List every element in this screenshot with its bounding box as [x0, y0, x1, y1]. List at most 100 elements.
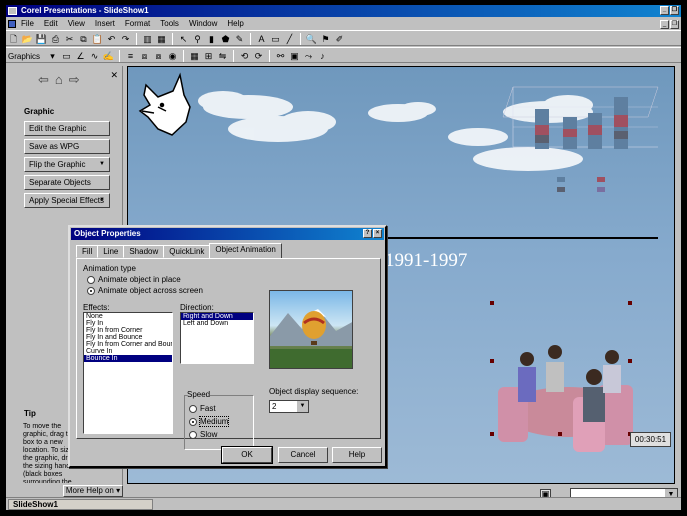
- pen-icon[interactable]: ✐: [334, 34, 345, 45]
- edit-graphic-button[interactable]: Edit the Graphic: [24, 121, 110, 136]
- table-icon[interactable]: ▦: [156, 34, 167, 45]
- rectangle-tool-icon[interactable]: ▭: [61, 51, 72, 62]
- menu-tools[interactable]: Tools: [159, 19, 180, 28]
- rectangle-icon[interactable]: ▭: [270, 34, 281, 45]
- animate-across-screen-radio[interactable]: Animate object across screen: [87, 286, 203, 295]
- save-icon[interactable]: 💾: [36, 34, 47, 45]
- tab-shadow[interactable]: Shadow: [123, 245, 165, 258]
- brush-icon[interactable]: ✎: [234, 34, 245, 45]
- separate-objects-button[interactable]: Separate Objects: [24, 175, 110, 190]
- grid-icon[interactable]: ▦: [189, 51, 200, 62]
- menu-window[interactable]: Window: [188, 19, 218, 28]
- resize-handle[interactable]: [490, 359, 494, 363]
- flip-icon[interactable]: ⇋: [217, 51, 228, 62]
- cancel-button[interactable]: Cancel: [278, 447, 328, 463]
- help-button[interactable]: Help: [332, 447, 382, 463]
- animate-in-place-radio[interactable]: Animate object in place: [87, 275, 181, 284]
- save-as-wpg-button[interactable]: Save as WPG: [24, 139, 110, 154]
- group-icon[interactable]: ⧈: [139, 51, 150, 62]
- tab-line[interactable]: Line: [97, 245, 125, 258]
- restore-button[interactable]: ❐: [670, 6, 679, 15]
- app-icon[interactable]: [8, 7, 17, 15]
- print-icon[interactable]: ⎙: [50, 34, 61, 45]
- magnify-icon[interactable]: 🔍: [306, 34, 317, 45]
- tab-fill[interactable]: Fill: [76, 245, 99, 258]
- select-arrow-icon[interactable]: ↖: [178, 34, 189, 45]
- title-bar[interactable]: Corel Presentations - SlideShow1 _ ❐: [6, 5, 681, 17]
- list-item[interactable]: Fly In from Corner: [84, 327, 172, 334]
- slide-year-text[interactable]: 1991-1997: [385, 250, 467, 272]
- list-item[interactable]: Fly In from Corner and Boun: [84, 341, 172, 348]
- list-item[interactable]: None: [84, 313, 172, 320]
- resize-handle[interactable]: [628, 359, 632, 363]
- apply-special-effects-button[interactable]: Apply Special Effects ▼: [24, 193, 110, 208]
- tab-quicklink[interactable]: QuickLink: [163, 245, 211, 258]
- sound-icon[interactable]: ♪: [317, 51, 328, 62]
- list-item[interactable]: Fly In and Bounce: [84, 334, 172, 341]
- rotate-icon[interactable]: ⟲: [239, 51, 250, 62]
- freehand-icon[interactable]: ✍: [103, 51, 114, 62]
- list-item-selected[interactable]: Bounce In: [84, 355, 172, 362]
- flag-icon[interactable]: ⚑: [320, 34, 331, 45]
- menu-insert[interactable]: Insert: [94, 19, 116, 28]
- menu-view[interactable]: View: [67, 19, 86, 28]
- dropdown-arrow-icon[interactable]: ▾: [47, 51, 58, 62]
- list-item-selected[interactable]: Right and Down: [181, 313, 253, 320]
- document-tab[interactable]: SlideShow1: [8, 499, 153, 510]
- open-icon[interactable]: 📂: [22, 34, 33, 45]
- contour-icon[interactable]: ◉: [167, 51, 178, 62]
- redo-icon[interactable]: ↷: [120, 34, 131, 45]
- direction-list[interactable]: Right and Down Left and Down: [180, 312, 254, 364]
- tab-object-animation[interactable]: Object Animation: [209, 243, 282, 258]
- chart-icon[interactable]: ▥: [142, 34, 153, 45]
- menu-format[interactable]: Format: [124, 19, 151, 28]
- list-item[interactable]: Curve In: [84, 348, 172, 355]
- ok-button[interactable]: OK: [221, 446, 273, 464]
- dropdown-arrow-icon[interactable]: ▼: [297, 401, 308, 412]
- document-icon[interactable]: [8, 20, 16, 28]
- speed-medium-radio[interactable]: Medium: [189, 416, 230, 427]
- line-tool-icon[interactable]: ∠: [75, 51, 86, 62]
- dialog-close-button[interactable]: ×: [373, 229, 382, 238]
- copy-icon[interactable]: ⧉: [78, 34, 89, 45]
- bar-chart-icon[interactable]: ▮: [206, 34, 217, 45]
- home-icon[interactable]: ⌂: [55, 72, 63, 88]
- speed-fast-radio[interactable]: Fast: [189, 404, 216, 413]
- menu-file[interactable]: File: [20, 19, 35, 28]
- doc-restore-button[interactable]: ❐: [670, 20, 679, 29]
- resize-handle[interactable]: [628, 301, 632, 305]
- speed-slow-radio[interactable]: Slow: [189, 430, 217, 439]
- more-help-button[interactable]: More Help on ▾: [63, 485, 123, 497]
- forward-icon[interactable]: ⇨: [69, 72, 80, 88]
- image-icon[interactable]: ▣: [289, 51, 300, 62]
- resize-handle[interactable]: [490, 301, 494, 305]
- ungroup-icon[interactable]: ⧇: [153, 51, 164, 62]
- graphics-dropdown[interactable]: Graphics: [8, 52, 40, 61]
- menu-edit[interactable]: Edit: [43, 19, 59, 28]
- dialog-title-bar[interactable]: Object Properties ? ×: [71, 228, 384, 240]
- list-item[interactable]: Left and Down: [181, 320, 253, 327]
- zoom-icon[interactable]: ⚲: [192, 34, 203, 45]
- menu-help[interactable]: Help: [226, 19, 244, 28]
- resize-handle[interactable]: [490, 432, 494, 436]
- list-item[interactable]: Fly In: [84, 320, 172, 327]
- resize-handle[interactable]: [558, 432, 562, 436]
- curve-tool-icon[interactable]: ∿: [89, 51, 100, 62]
- skew-icon[interactable]: ⟳: [253, 51, 264, 62]
- minimize-button[interactable]: _: [660, 6, 669, 15]
- binoculars-icon[interactable]: ⚯: [275, 51, 286, 62]
- align-icon[interactable]: ≡: [125, 51, 136, 62]
- effects-list[interactable]: None Fly In Fly In from Corner Fly In an…: [83, 312, 173, 434]
- shape-icon[interactable]: ⬟: [220, 34, 231, 45]
- new-icon[interactable]: 🗋: [8, 34, 19, 45]
- cut-icon[interactable]: ✂: [64, 34, 75, 45]
- undo-icon[interactable]: ↶: [106, 34, 117, 45]
- transition-icon[interactable]: ⤳: [303, 51, 314, 62]
- flip-graphic-button[interactable]: Flip the Graphic ▼: [24, 157, 110, 172]
- snap-icon[interactable]: ⊞: [203, 51, 214, 62]
- paste-icon[interactable]: 📋: [92, 34, 103, 45]
- dialog-help-button[interactable]: ?: [363, 229, 372, 238]
- panel-close-icon[interactable]: ✕: [110, 70, 118, 81]
- sequence-select[interactable]: 2 ▼: [269, 400, 309, 413]
- line-icon[interactable]: ╱: [284, 34, 295, 45]
